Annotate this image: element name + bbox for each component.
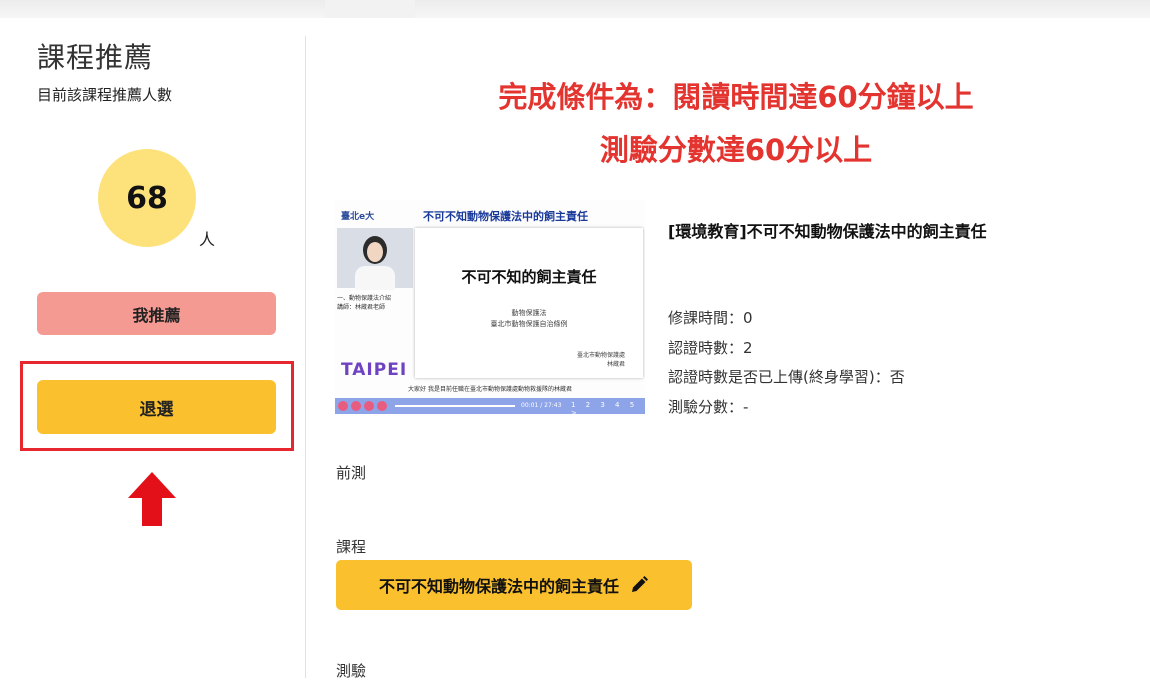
taipei-brand: TAIPEI	[341, 360, 408, 380]
recommend-button[interactable]: 我推薦	[37, 292, 276, 335]
test-score: 測驗分數：-	[668, 398, 749, 416]
sidebar-subtitle: 目前該課程推薦人數	[37, 86, 173, 104]
certification-hours: 認證時數：2	[668, 339, 753, 357]
lecturer-portrait	[337, 228, 413, 290]
video-time: 00:01 / 27:43	[521, 402, 562, 409]
volume-icon	[377, 401, 387, 411]
requirement-test-score: 測驗分數達60分以上	[599, 133, 873, 167]
section-pretest: 前測	[336, 464, 367, 482]
up-arrow-icon	[128, 472, 176, 526]
thumbnail-header-title: 不可不知動物保護法中的飼主責任	[423, 210, 588, 223]
thumbnail-slide: 不可不知的飼主責任 動物保護法 臺北市動物保護自治條例 臺北市動物保護處 林蔵君	[415, 228, 643, 378]
slide-subtitle-1: 動物保護法	[511, 309, 547, 317]
rewind-icon	[351, 401, 361, 411]
study-time: 修課時間：0	[668, 309, 753, 327]
pencil-icon	[632, 576, 648, 592]
course-link-button[interactable]: 不可不知動物保護法中的飼主責任	[336, 560, 692, 610]
course-button-label: 不可不知動物保護法中的飼主責任	[378, 577, 619, 596]
slide-presenter: 林蔵君	[606, 361, 625, 368]
slide-title: 不可不知的飼主責任	[461, 268, 597, 286]
tab-shade	[325, 0, 415, 18]
requirement-reading-time: 完成條件為：閱讀時間達60分鐘以上	[498, 80, 974, 114]
recommend-count-unit: 人	[199, 230, 216, 249]
course-title: [環境教育]不可不知動物保護法中的飼主責任	[668, 222, 987, 241]
sidebar-title: 課程推薦	[37, 41, 154, 74]
slide-org: 臺北市動物保護處	[576, 352, 625, 359]
hours-uploaded: 認證時數是否已上傳(終身學習)：否	[668, 368, 905, 386]
slide-pages: 1 2 3 4 5 >	[571, 401, 639, 416]
sidebar-divider	[305, 36, 306, 678]
thumbnail-caption: 大家好 我是目前任職在臺北市動物保護處動物救援隊的林蔵君	[408, 386, 572, 393]
withdraw-button[interactable]: 退選	[37, 380, 276, 434]
video-player-bar: 00:01 / 27:43 1 2 3 4 5 >	[335, 398, 645, 416]
thumbnail-logo: 臺北e大	[341, 212, 375, 222]
forward-icon	[364, 401, 374, 411]
recommend-sidebar: 課程推薦 目前該課程推薦人數 68 人 我推薦 退選	[0, 0, 306, 678]
recommend-count: 68	[98, 149, 196, 247]
video-progress	[395, 405, 515, 407]
thumbnail-side-text: 一、動物保護法介紹 講師：林蔵君老師	[337, 295, 392, 311]
play-icon	[338, 401, 348, 411]
course-thumbnail[interactable]: 臺北e大 不可不知動物保護法中的飼主責任 一、動物保護法介紹 講師：林蔵君老師 …	[335, 200, 645, 416]
section-course: 課程	[336, 538, 367, 556]
slide-subtitle-2: 臺北市動物保護自治條例	[490, 320, 568, 328]
